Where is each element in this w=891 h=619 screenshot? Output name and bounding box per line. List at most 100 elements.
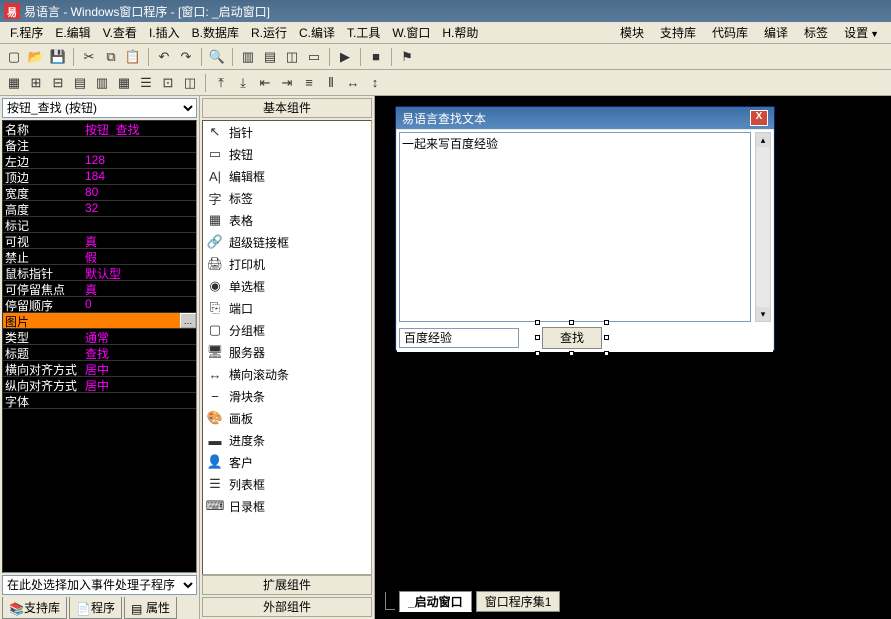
palette-item-日录框[interactable]: ⌨日录框	[203, 495, 371, 517]
search-input[interactable]: 百度经验	[399, 328, 519, 348]
prop-row-宽度[interactable]: 宽度80	[3, 185, 196, 201]
palette-section-外部组件[interactable]: 外部组件	[202, 597, 372, 617]
prop-row-名称[interactable]: 名称按钮_查找	[3, 121, 196, 137]
toolbar-r5-icon[interactable]: ▥	[92, 73, 112, 93]
toolbar-r4-icon[interactable]: ▤	[70, 73, 90, 93]
prop-row-左边[interactable]: 左边128	[3, 153, 196, 169]
toolbar-new-icon[interactable]: ▢	[4, 47, 24, 67]
toolbar-win2-icon[interactable]: ▤	[260, 47, 280, 67]
palette-item-客户[interactable]: 👤客户	[203, 451, 371, 473]
palette-item-列表框[interactable]: ☰列表框	[203, 473, 371, 495]
doc-tab-programset[interactable]: 窗口程序集1	[476, 591, 561, 612]
menu-R.运行[interactable]: R.运行	[245, 24, 293, 42]
doc-tab-startup[interactable]: _启动窗口	[399, 591, 472, 612]
menu-标签[interactable]: 标签	[796, 24, 836, 42]
prop-row-禁止[interactable]: 禁止假	[3, 249, 196, 265]
scroll-down-icon[interactable]: ▾	[756, 307, 770, 321]
toolbar-a1-icon[interactable]: ⤒	[211, 73, 231, 93]
toolbar-a6-icon[interactable]: ⫴	[321, 73, 341, 93]
prop-row-可视[interactable]: 可视真	[3, 233, 196, 249]
prop-row-横向对齐方式[interactable]: 横向对齐方式居中	[3, 361, 196, 377]
menu-C.编译[interactable]: C.编译	[293, 24, 341, 42]
menu-支持库[interactable]: 支持库	[652, 24, 704, 42]
menu-代码库[interactable]: 代码库	[704, 24, 756, 42]
design-form-window[interactable]: 易语言查找文本 X 一起来写百度经验 ▴ ▾ 百度经验 查找	[395, 106, 775, 351]
toolbar-a5-icon[interactable]: ≡	[299, 73, 319, 93]
toolbar-win1-icon[interactable]: ▥	[238, 47, 258, 67]
form-client-area[interactable]: 一起来写百度经验 ▴ ▾ 百度经验 查找	[397, 130, 773, 352]
toolbar-a2-icon[interactable]: ⤓	[233, 73, 253, 93]
palette-item-表格[interactable]: ▦表格	[203, 209, 371, 231]
toolbar-a4-icon[interactable]: ⇥	[277, 73, 297, 93]
menu-W.窗口[interactable]: W.窗口	[386, 24, 436, 42]
palette-item-超级链接框[interactable]: 🔗超级链接框	[203, 231, 371, 253]
palette-item-分组框[interactable]: ▢分组框	[203, 319, 371, 341]
palette-item-服务器[interactable]: 🖥服务器	[203, 341, 371, 363]
prop-row-字体[interactable]: 字体	[3, 393, 196, 409]
find-button[interactable]: 查找	[542, 327, 602, 349]
prop-row-图片[interactable]: 图片…	[3, 313, 196, 329]
palette-item-滑块条[interactable]: ⎯滑块条	[203, 385, 371, 407]
toolbar-save-icon[interactable]: 💾	[48, 47, 68, 67]
toolbar-a3-icon[interactable]: ⇤	[255, 73, 275, 93]
palette-item-画板[interactable]: 🎨画板	[203, 407, 371, 429]
palette-section-扩展组件[interactable]: 扩展组件	[202, 575, 372, 595]
toolbar-cut-icon[interactable]: ✂	[79, 47, 99, 67]
panel-tab-支持库[interactable]: 📚支持库	[2, 597, 67, 619]
palette-header[interactable]: 基本组件	[202, 98, 372, 118]
palette-item-横向滚动条[interactable]: ↔横向滚动条	[203, 363, 371, 385]
toolbar-copy-icon[interactable]: ⧉	[101, 47, 121, 67]
toolbar-r1-icon[interactable]: ▦	[4, 73, 24, 93]
menu-V.查看[interactable]: V.查看	[97, 24, 143, 42]
toolbar-open-icon[interactable]: 📂	[26, 47, 46, 67]
panel-tab-程序[interactable]: 📄程序	[69, 597, 122, 619]
menu-E.编辑[interactable]: E.编辑	[49, 24, 96, 42]
prop-row-高度[interactable]: 高度32	[3, 201, 196, 217]
menu-I.插入[interactable]: I.插入	[143, 24, 186, 42]
form-titlebar[interactable]: 易语言查找文本 X	[396, 107, 774, 129]
toolbar-r8-icon[interactable]: ⊡	[158, 73, 178, 93]
toolbar-paste-icon[interactable]: 📋	[123, 47, 143, 67]
toolbar-win4-icon[interactable]: ▭	[304, 47, 324, 67]
palette-item-标签[interactable]: 字标签	[203, 187, 371, 209]
menu-编译[interactable]: 编译	[756, 24, 796, 42]
object-selector[interactable]: 按钮_查找 (按钮)	[2, 98, 197, 118]
toolbar-a7-icon[interactable]: ↔	[343, 73, 363, 93]
vertical-scrollbar[interactable]: ▴ ▾	[755, 132, 771, 322]
ellipsis-button[interactable]: …	[180, 313, 196, 328]
palette-item-指针[interactable]: ↖指针	[203, 121, 371, 143]
menu-F.程序[interactable]: F.程序	[4, 24, 49, 42]
prop-row-标题[interactable]: 标题查找	[3, 345, 196, 361]
prop-row-纵向对齐方式[interactable]: 纵向对齐方式居中	[3, 377, 196, 393]
toolbar-undo-icon[interactable]: ↶	[154, 47, 174, 67]
prop-row-停留顺序[interactable]: 停留顺序0	[3, 297, 196, 313]
menu-B.数据库[interactable]: B.数据库	[186, 24, 245, 42]
toolbar-stop-icon[interactable]: ■	[366, 47, 386, 67]
palette-item-编辑框[interactable]: A|编辑框	[203, 165, 371, 187]
toolbar-find-icon[interactable]: 🔍	[207, 47, 227, 67]
palette-item-进度条[interactable]: ▬进度条	[203, 429, 371, 451]
scroll-up-icon[interactable]: ▴	[756, 133, 770, 147]
palette-item-端口[interactable]: ⎘端口	[203, 297, 371, 319]
event-selector[interactable]: 在此处选择加入事件处理子程序	[2, 575, 197, 595]
prop-row-鼠标指针[interactable]: 鼠标指针默认型	[3, 265, 196, 281]
menu-设置[interactable]: 设置▼	[836, 24, 887, 42]
prop-row-顶边[interactable]: 顶边184	[3, 169, 196, 185]
menu-模块[interactable]: 模块	[612, 24, 652, 42]
prop-row-标记[interactable]: 标记	[3, 217, 196, 233]
toolbar-redo-icon[interactable]: ↷	[176, 47, 196, 67]
menu-H.帮助[interactable]: H.帮助	[436, 24, 484, 42]
toolbar-r9-icon[interactable]: ◫	[180, 73, 200, 93]
menu-T.工具[interactable]: T.工具	[341, 24, 386, 42]
form-designer[interactable]: 易语言查找文本 X 一起来写百度经验 ▴ ▾ 百度经验 查找	[375, 96, 891, 619]
palette-item-单选框[interactable]: ◉单选框	[203, 275, 371, 297]
multiline-edit[interactable]: 一起来写百度经验	[399, 132, 751, 322]
toolbar-r3-icon[interactable]: ⊟	[48, 73, 68, 93]
toolbar-win3-icon[interactable]: ◫	[282, 47, 302, 67]
toolbar-run-icon[interactable]: ▶	[335, 47, 355, 67]
prop-row-备注[interactable]: 备注	[3, 137, 196, 153]
toolbar-r7-icon[interactable]: ☰	[136, 73, 156, 93]
toolbar-r6-icon[interactable]: ▦	[114, 73, 134, 93]
palette-item-按钮[interactable]: ▭按钮	[203, 143, 371, 165]
prop-row-类型[interactable]: 类型通常	[3, 329, 196, 345]
